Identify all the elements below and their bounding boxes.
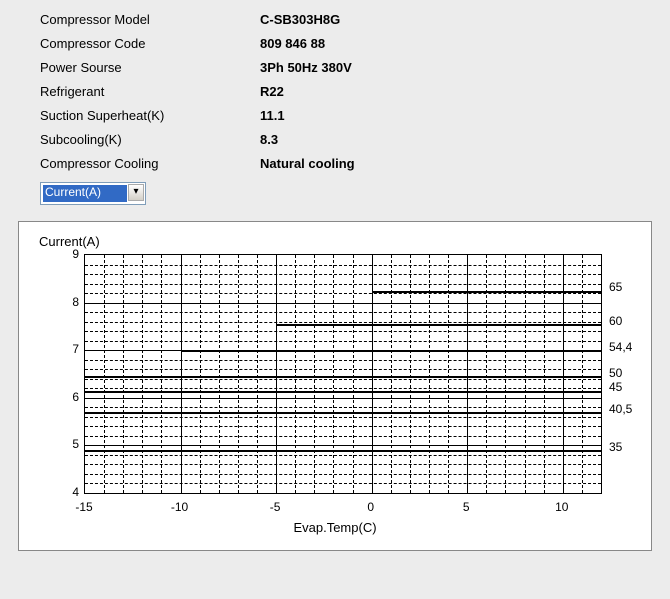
series-line [372,291,601,293]
series-label: 50 [609,366,622,380]
y-tick: 7 [57,342,79,356]
x-tick: -15 [75,500,92,514]
refrigerant-label: Refrigerant [40,80,260,104]
series-label: 45 [609,380,622,394]
code-label: Compressor Code [40,32,260,56]
power-value: 3Ph 50Hz 380V [260,56,352,80]
y-tick: 6 [57,390,79,404]
refrigerant-value: R22 [260,80,284,104]
x-tick: 0 [367,500,374,514]
chart-panel: Current(A) /* placeholder – grids drawn … [18,221,652,551]
model-value: C-SB303H8G [260,8,340,32]
y-tick: 8 [57,295,79,309]
series-line [85,412,601,414]
series-label: 54,4 [609,340,632,354]
series-label: 40,5 [609,402,632,416]
chart-x-title: Evap.Temp(C) [19,520,651,535]
dropdown-selected: Current(A) [43,185,127,202]
x-tick: -5 [270,500,281,514]
model-label: Compressor Model [40,8,260,32]
superheat-label: Suction Superheat(K) [40,104,260,128]
subcool-label: Subcooling(K) [40,128,260,152]
cooling-value: Natural cooling [260,152,355,176]
series-line [85,376,601,378]
y-tick: 9 [57,247,79,261]
series-label: 60 [609,314,622,328]
spec-table: Compressor ModelC-SB303H8G Compressor Co… [0,0,670,176]
y-tick: 5 [57,437,79,451]
series-line [85,391,601,393]
y-tick: 4 [57,485,79,499]
cooling-label: Compressor Cooling [40,152,260,176]
series-label: 65 [609,280,622,294]
x-tick: 5 [463,500,470,514]
series-line [181,350,601,352]
series-line [85,450,601,452]
x-tick: 10 [555,500,568,514]
series-label: 35 [609,440,622,454]
code-value: 809 846 88 [260,32,325,56]
series-line [276,324,601,326]
quantity-dropdown[interactable]: Current(A) ▾ [40,182,146,205]
x-tick: -10 [171,500,188,514]
chart-plot: /* placeholder – grids drawn below by JS… [84,254,602,494]
chevron-down-icon[interactable]: ▾ [128,184,144,201]
subcool-value: 8.3 [260,128,278,152]
superheat-value: 11.1 [260,104,285,128]
power-label: Power Sourse [40,56,260,80]
